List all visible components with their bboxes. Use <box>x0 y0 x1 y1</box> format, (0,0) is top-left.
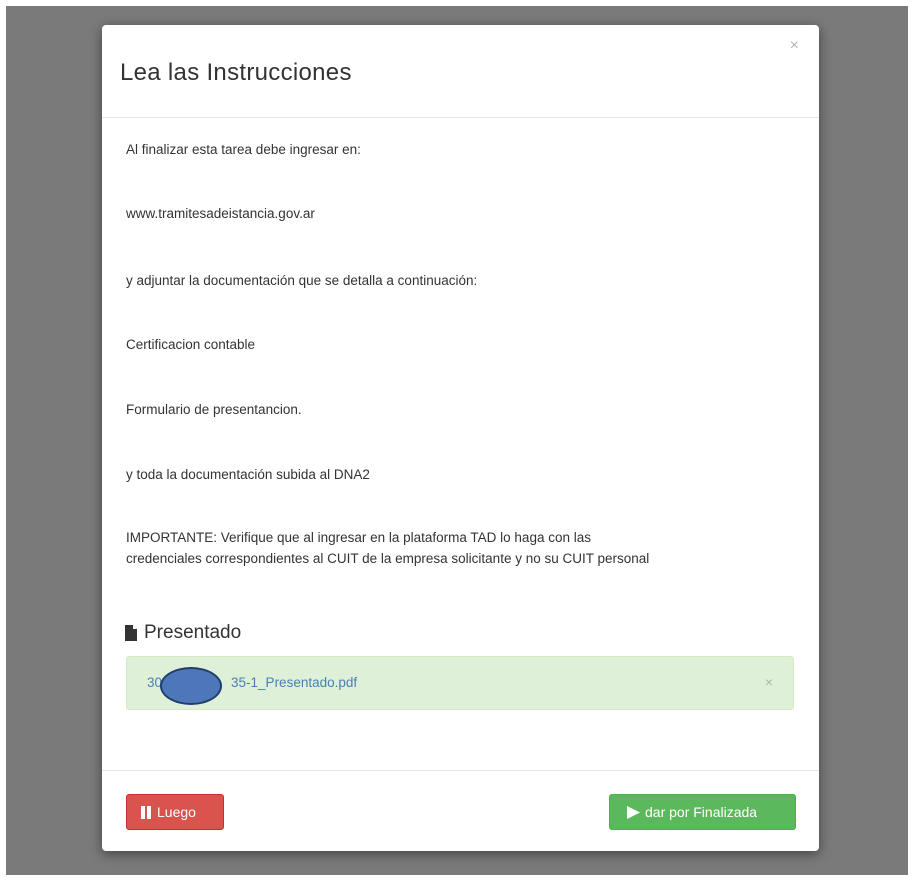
instruction-line: y toda la documentación subida al DNA2 <box>126 467 370 482</box>
later-button-label: Luego <box>157 804 196 820</box>
modal-title: Lea las Instrucciones <box>120 59 352 86</box>
file-name-suffix: 35-1_Presentado.pdf <box>231 675 358 690</box>
play-icon <box>627 805 640 819</box>
finish-button-label: dar por Finalizada <box>645 804 758 820</box>
file-icon <box>125 625 137 641</box>
pause-icon <box>141 805 152 819</box>
later-button[interactable]: Luego <box>126 794 224 830</box>
finish-button[interactable]: dar por Finalizada <box>609 794 796 830</box>
instruction-line: y adjuntar la documentación que se detal… <box>126 273 478 288</box>
modal-footer: Luego dar por Finalizada <box>102 770 819 852</box>
instruction-line: Al finalizar esta tarea debe ingresar en… <box>126 142 361 157</box>
instruction-line: Certificacion contable <box>126 337 256 352</box>
close-icon[interactable]: × <box>790 37 799 55</box>
attachments-heading-label: Presentado <box>144 622 242 643</box>
important-note-line: credenciales correspondientes al CUIT de… <box>126 551 650 566</box>
modal-header: Lea las Instrucciones × <box>102 25 819 118</box>
instruction-line: Formulario de presentancion. <box>126 402 302 417</box>
attachments-heading: Presentado <box>124 622 241 644</box>
attachment-row: 30 35-1_Presentado.pdf × <box>126 656 794 710</box>
instructions-modal: Lea las Instrucciones × Al finalizar est… <box>102 25 819 851</box>
redaction-overlay <box>160 667 222 705</box>
important-note-line: IMPORTANTE: Verifique que al ingresar en… <box>126 530 591 545</box>
remove-attachment-icon[interactable]: × <box>765 674 773 690</box>
instruction-line: www.tramitesadeistancia.gov.ar <box>126 206 315 221</box>
